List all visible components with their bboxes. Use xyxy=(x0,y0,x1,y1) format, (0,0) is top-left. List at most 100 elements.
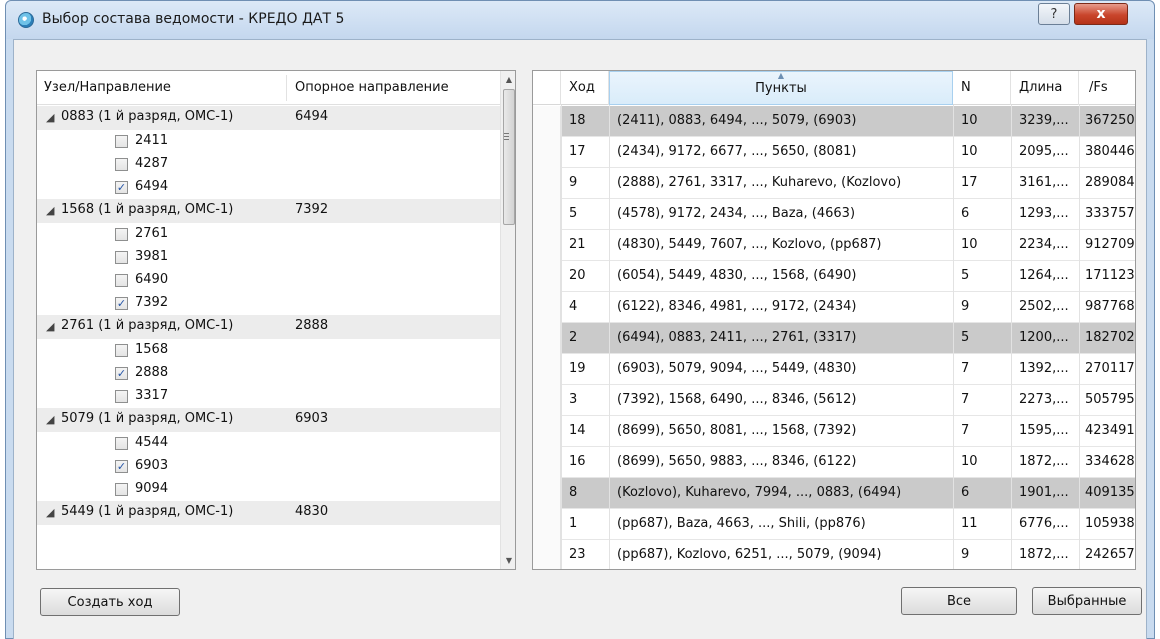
tree-header-reference[interactable]: Опорное направление xyxy=(295,80,449,95)
collapse-arrow-icon[interactable]: ◢ xyxy=(46,204,54,217)
cell-len: 3239,... xyxy=(1019,113,1069,128)
row-header-cell[interactable] xyxy=(533,416,561,447)
column-header-points[interactable]: ▲ Пункты xyxy=(609,71,953,105)
cell-hod: 3 xyxy=(569,392,578,407)
direction-checkbox[interactable]: ✓ xyxy=(115,297,128,310)
row-header-cell[interactable] xyxy=(533,385,561,416)
table-row[interactable]: 8 (Kozlovo), Kuharevo, 7994, ..., 0883, (… xyxy=(533,478,1135,509)
direction-checkbox[interactable] xyxy=(115,228,128,241)
row-header-cell[interactable] xyxy=(533,540,561,569)
direction-checkbox[interactable] xyxy=(115,251,128,264)
tree-node-row[interactable]: ◢ 1568 (1 й разряд, ОМС-1) 7392 xyxy=(37,199,500,223)
table-row[interactable]: 2 (6494), 0883, 2411, ..., 2761, (3317) 5 1… xyxy=(533,323,1135,354)
create-route-button[interactable]: Создать ход xyxy=(40,588,180,616)
cell-n: 7 xyxy=(961,392,970,407)
tree-child-row[interactable]: 4544 xyxy=(37,432,500,456)
column-header-hod[interactable]: Ход xyxy=(561,71,609,105)
table-row[interactable]: 4 (6122), 8346, 4981, ..., 9172, (2434) 9 2… xyxy=(533,292,1135,323)
scroll-up-icon[interactable]: ▲ xyxy=(501,71,515,88)
column-separator xyxy=(953,105,954,569)
column-header-fs[interactable]: /Fs xyxy=(1079,71,1135,105)
tree-scrollbar[interactable]: ▲ ▼ xyxy=(500,71,515,569)
row-header-cell[interactable] xyxy=(533,199,561,230)
sort-ascending-icon: ▲ xyxy=(777,71,785,80)
cell-n: 17 xyxy=(961,175,978,190)
tree-node-row[interactable]: ◢ 2761 (1 й разряд, ОМС-1) 2888 xyxy=(37,315,500,339)
tree-header-node[interactable]: Узел/Направление xyxy=(44,80,171,95)
table-row[interactable]: 5 (4578), 9172, 2434, ..., Baza, (4663) 6 1… xyxy=(533,199,1135,230)
tree-child-row[interactable]: ✓ 7392 xyxy=(37,292,500,316)
tree-child-row[interactable]: ✓ 6494 xyxy=(37,176,500,200)
tree-node-reference: 6494 xyxy=(295,109,329,124)
tree-child-row[interactable]: 4287 xyxy=(37,153,500,177)
row-header-cell[interactable] xyxy=(533,137,561,168)
cell-fs: 171123 xyxy=(1085,268,1135,283)
header-separator[interactable] xyxy=(286,75,287,101)
close-button[interactable]: x xyxy=(1074,3,1128,25)
tree-node-label: 5079 (1 й разряд, ОМС-1) xyxy=(61,411,234,426)
row-header-cell[interactable] xyxy=(533,478,561,509)
cell-hod: 23 xyxy=(569,547,586,562)
direction-checkbox[interactable] xyxy=(115,274,128,287)
tree-node-label: 1568 (1 й разряд, ОМС-1) xyxy=(61,202,234,217)
tree-child-row[interactable]: 3317 xyxy=(37,385,500,409)
collapse-arrow-icon[interactable]: ◢ xyxy=(46,320,54,333)
table-row[interactable]: 21 (4830), 5449, 7607, ..., Kozlovo, (pp6… xyxy=(533,230,1135,261)
cell-len: 1200,... xyxy=(1019,330,1069,345)
direction-checkbox[interactable]: ✓ xyxy=(115,181,128,194)
cell-n: 10 xyxy=(961,113,978,128)
collapse-arrow-icon[interactable]: ◢ xyxy=(46,506,54,519)
direction-checkbox[interactable]: ✓ xyxy=(115,367,128,380)
direction-checkbox[interactable] xyxy=(115,390,128,403)
scroll-down-icon[interactable]: ▼ xyxy=(501,552,515,569)
tree-child-row[interactable]: 6490 xyxy=(37,269,500,293)
table-row[interactable]: 23 (pp687), Kozlovo, 6251, ..., 5079, (90… xyxy=(533,540,1135,569)
direction-checkbox[interactable] xyxy=(115,483,128,496)
title-bar[interactable]: Выбор состава ведомости - КРЕДО ДАТ 5 ? … xyxy=(6,1,1154,39)
table-row[interactable]: 20 (6054), 5449, 4830, ..., 1568, (6490) 5… xyxy=(533,261,1135,292)
table-row[interactable]: 16 (8699), 5650, 9883, ..., 8346, (6122) 1… xyxy=(533,447,1135,478)
row-header-cell[interactable] xyxy=(533,292,561,323)
tree-node-row[interactable]: ◢ 5079 (1 й разряд, ОМС-1) 6903 xyxy=(37,408,500,432)
table-row[interactable]: 19 (6903), 5079, 9094, ..., 5449, (4830) 7… xyxy=(533,354,1135,385)
row-header-cell[interactable] xyxy=(533,106,561,137)
all-button[interactable]: Все xyxy=(901,587,1017,615)
table-row[interactable]: 18 (2411), 0883, 6494, ..., 5079, (6903) 1… xyxy=(533,106,1135,137)
scroll-grip-icon xyxy=(504,133,509,140)
collapse-arrow-icon[interactable]: ◢ xyxy=(46,111,54,124)
column-header-n[interactable]: N xyxy=(953,71,1011,105)
selected-button[interactable]: Выбранные xyxy=(1032,587,1142,615)
row-header-cell[interactable] xyxy=(533,261,561,292)
tree-child-row[interactable]: 2411 xyxy=(37,130,500,154)
scroll-thumb[interactable] xyxy=(503,89,515,225)
tree-node-row[interactable]: ◢ 0883 (1 й разряд, ОМС-1) 6494 xyxy=(37,106,500,130)
table-row[interactable]: 17 (2434), 9172, 6677, ..., 5650, (8081) 1… xyxy=(533,137,1135,168)
row-header-cell[interactable] xyxy=(533,354,561,385)
collapse-arrow-icon[interactable]: ◢ xyxy=(46,413,54,426)
row-header-cell[interactable] xyxy=(533,447,561,478)
direction-label: 2761 xyxy=(135,226,169,241)
tree-child-row[interactable]: 9094 xyxy=(37,478,500,502)
row-header-cell[interactable] xyxy=(533,230,561,261)
direction-checkbox[interactable] xyxy=(115,158,128,171)
row-header-cell[interactable] xyxy=(533,509,561,540)
cell-hod: 16 xyxy=(569,454,586,469)
tree-child-row[interactable]: 3981 xyxy=(37,246,500,270)
row-header-cell[interactable] xyxy=(533,168,561,199)
direction-checkbox[interactable] xyxy=(115,344,128,357)
direction-checkbox[interactable]: ✓ xyxy=(115,460,128,473)
tree-node-row[interactable]: ◢ 5449 (1 й разряд, ОМС-1) 4830 xyxy=(37,501,500,525)
tree-child-row[interactable]: 1568 xyxy=(37,339,500,363)
direction-checkbox[interactable] xyxy=(115,135,128,148)
table-row[interactable]: 1 (pp687), Baza, 4663, ..., Shili, (pp876… xyxy=(533,509,1135,540)
help-button[interactable]: ? xyxy=(1038,3,1070,25)
row-header-cell[interactable] xyxy=(533,323,561,354)
tree-child-row[interactable]: ✓ 2888 xyxy=(37,362,500,386)
table-row[interactable]: 9 (2888), 2761, 3317, ..., Kuharevo, (Koz… xyxy=(533,168,1135,199)
direction-checkbox[interactable] xyxy=(115,437,128,450)
table-row[interactable]: 3 (7392), 1568, 6490, ..., 8346, (5612) 7 2… xyxy=(533,385,1135,416)
column-header-length[interactable]: Длина xyxy=(1011,71,1079,105)
table-row[interactable]: 14 (8699), 5650, 8081, ..., 1568, (7392) 7… xyxy=(533,416,1135,447)
tree-child-row[interactable]: ✓ 6903 xyxy=(37,455,500,479)
tree-child-row[interactable]: 2761 xyxy=(37,223,500,247)
